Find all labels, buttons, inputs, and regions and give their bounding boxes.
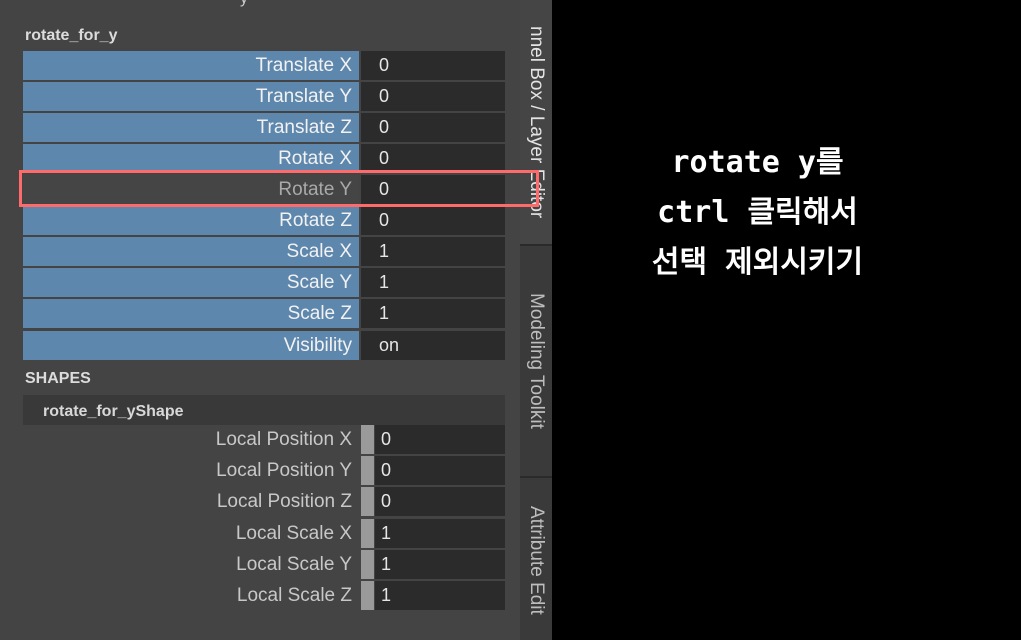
tab-attribute-editor[interactable]: Attribute Edit xyxy=(520,478,552,640)
object-name: rotate_for_y xyxy=(25,27,118,44)
attribute-value-field[interactable]: 0 xyxy=(361,51,505,80)
channel-box-panel: y rotate_for_y Translate X 0 Translate Y… xyxy=(0,0,521,640)
value-grip xyxy=(361,456,374,485)
attribute-value-field[interactable]: 0 xyxy=(361,144,505,173)
attribute-label[interactable]: Local Position Z xyxy=(23,487,359,516)
attribute-row-translate-y[interactable]: Translate Y 0 xyxy=(23,82,505,111)
shapes-section-title: SHAPES xyxy=(25,370,91,387)
attribute-label[interactable]: Local Position X xyxy=(23,425,359,454)
shape-node-header[interactable]: rotate_for_yShape xyxy=(23,395,505,425)
attribute-label[interactable]: Scale Z xyxy=(23,299,359,328)
shape-attribute-row-local-position-z[interactable]: Local Position Z 0 xyxy=(23,487,505,516)
attribute-value-field[interactable]: 1 xyxy=(375,550,505,579)
annotation-line: rotate y를 xyxy=(671,145,844,180)
tab-modeling-toolkit[interactable]: Modeling Toolkit xyxy=(520,246,552,476)
attribute-value-field[interactable]: 1 xyxy=(375,519,505,548)
shape-attribute-row-local-scale-y[interactable]: Local Scale Y 1 xyxy=(23,550,505,579)
shape-attribute-row-local-position-x[interactable]: Local Position X 0 xyxy=(23,425,505,454)
attribute-label[interactable]: Scale Y xyxy=(23,268,359,297)
tab-label: Modeling Toolkit xyxy=(526,293,547,429)
attribute-value-field[interactable]: on xyxy=(361,331,505,360)
attribute-value-field[interactable]: 0 xyxy=(375,425,505,454)
shape-attribute-row-local-scale-z[interactable]: Local Scale Z 1 xyxy=(23,581,505,610)
tab-divider xyxy=(520,476,552,478)
shape-node-name: rotate_for_yShape xyxy=(43,403,184,420)
attribute-label[interactable]: Translate X xyxy=(23,51,359,80)
attribute-label[interactable]: Local Scale Z xyxy=(23,581,359,610)
value-grip xyxy=(361,581,374,610)
attribute-row-scale-y[interactable]: Scale Y 1 xyxy=(23,268,505,297)
clipped-header-text: y xyxy=(240,0,248,8)
attribute-row-translate-z[interactable]: Translate Z 0 xyxy=(23,113,505,142)
attribute-row-rotate-x[interactable]: Rotate X 0 xyxy=(23,144,505,173)
attribute-row-translate-x[interactable]: Translate X 0 xyxy=(23,51,505,80)
attribute-value-field[interactable]: 0 xyxy=(375,456,505,485)
attribute-label[interactable]: Translate Y xyxy=(23,82,359,111)
shape-attribute-row-local-position-y[interactable]: Local Position Y 0 xyxy=(23,456,505,485)
attribute-label[interactable]: Local Position Y xyxy=(23,456,359,485)
attribute-value-field[interactable]: 0 xyxy=(375,487,505,516)
highlight-box xyxy=(19,170,539,207)
value-grip xyxy=(361,487,374,516)
attribute-value-field[interactable]: 1 xyxy=(361,299,505,328)
tab-label: Attribute Edit xyxy=(526,506,547,615)
value-grip xyxy=(361,519,374,548)
attribute-value-field[interactable]: 0 xyxy=(361,113,505,142)
tab-divider xyxy=(520,244,552,246)
annotation-line: 선택 제외시키기 xyxy=(651,245,864,280)
attribute-label[interactable]: Scale X xyxy=(23,237,359,266)
annotation-line: ctrl 클릭해서 xyxy=(657,195,858,230)
attribute-label[interactable]: Translate Z xyxy=(23,113,359,142)
attribute-label[interactable]: Rotate X xyxy=(23,144,359,173)
side-tab-strip: nnel Box / Layer Editor Modeling Toolkit… xyxy=(520,0,552,640)
value-grip xyxy=(361,550,374,579)
attribute-value-field[interactable]: 0 xyxy=(361,206,505,235)
attribute-row-rotate-z[interactable]: Rotate Z 0 xyxy=(23,206,505,235)
attribute-label[interactable]: Local Scale Y xyxy=(23,550,359,579)
attribute-row-scale-z[interactable]: Scale Z 1 xyxy=(23,299,505,328)
tab-channel-box-layer-editor[interactable]: nnel Box / Layer Editor xyxy=(520,0,552,244)
attribute-value-field[interactable]: 1 xyxy=(375,581,505,610)
value-grip xyxy=(361,425,374,454)
attribute-label[interactable]: Visibility xyxy=(23,331,359,360)
attribute-row-visibility[interactable]: Visibility on xyxy=(23,331,505,360)
shape-attribute-row-local-scale-x[interactable]: Local Scale X 1 xyxy=(23,519,505,548)
attribute-value-field[interactable]: 0 xyxy=(361,82,505,111)
attribute-value-field[interactable]: 1 xyxy=(361,268,505,297)
attribute-label[interactable]: Rotate Z xyxy=(23,206,359,235)
attribute-label[interactable]: Local Scale X xyxy=(23,519,359,548)
attribute-row-scale-x[interactable]: Scale X 1 xyxy=(23,237,505,266)
attribute-value-field[interactable]: 1 xyxy=(361,237,505,266)
annotation-text: rotate y를 ctrl 클릭해서 선택 제외시키기 xyxy=(585,138,930,288)
